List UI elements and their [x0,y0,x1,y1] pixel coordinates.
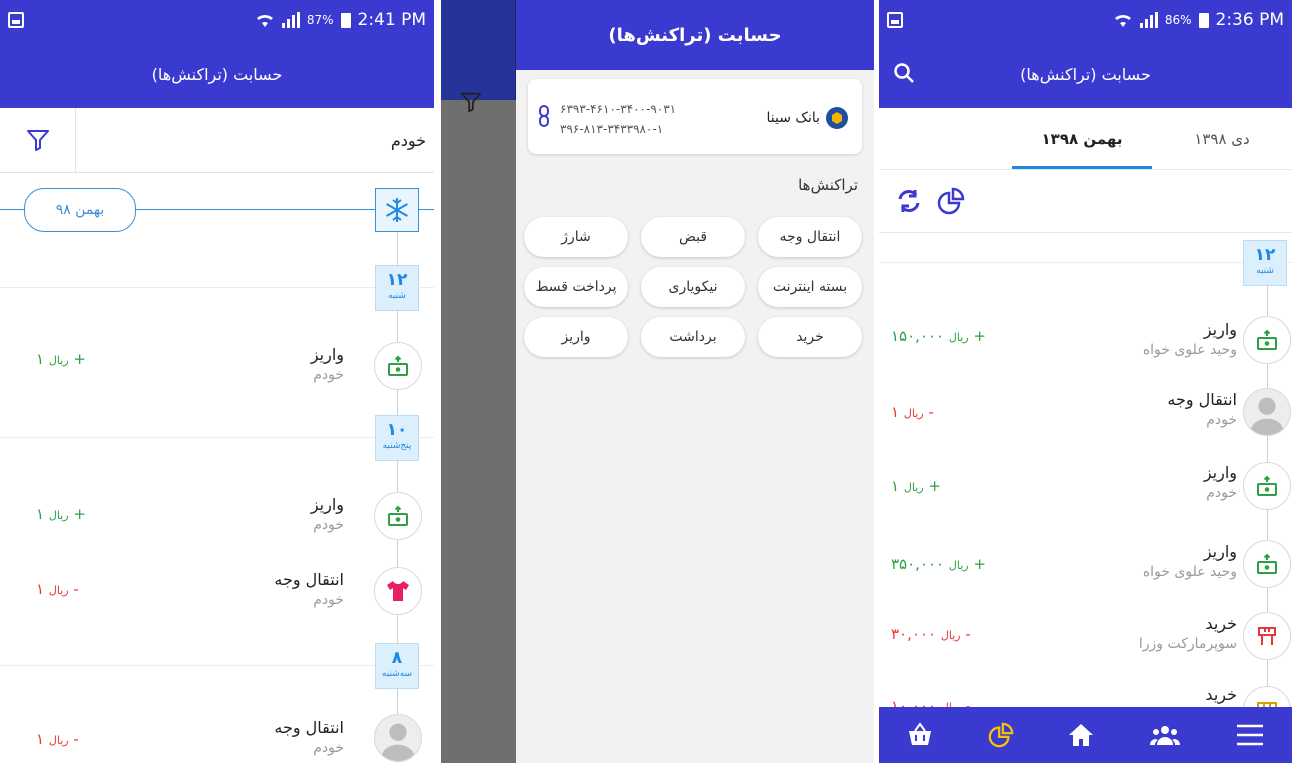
amount: ریال ۱ - [36,580,79,598]
amount: ریال ۳۵۰,۰۰۰ + [891,555,986,573]
section-title: تراکنش‌ها [798,176,858,194]
tab-month-bahman[interactable]: بهمن ۱۳۹۸ [1012,108,1152,169]
screen-transactions-monthly: 86% 2:36 PM حسابت (تراکنش‌ها) دی ۱۳۹۸ به… [879,0,1292,763]
filter-icon [26,130,49,151]
user-avatar-icon [1243,388,1291,436]
chip-internet-package[interactable]: بسته اینترنت [758,267,862,307]
filter-button[interactable] [0,107,76,173]
screen-transactions-filtered: 87% 2:41 PM حسابت (تراکنش‌ها) خودم بهمن … [0,0,434,763]
app-bar: حسابت (تراکنش‌ها) [0,40,434,108]
filter-owner-label[interactable]: خودم [76,131,434,150]
snowflake-icon [375,188,419,232]
app-bar: حسابت (تراکنش‌ها) [879,40,1292,108]
money-icon [1243,316,1291,364]
battery-icon [340,12,351,28]
wifi-icon [1114,14,1131,27]
amount: ریال ۳۰,۰۰۰ - [891,625,971,643]
screen-drawer: حسابت (تراکنش‌ها) بانک سینا ۶۳۹۳-۴۶۱۰-۳۴… [441,0,874,763]
link-icon[interactable] [538,105,550,131]
amount: ریال ۱ + [36,505,86,523]
battery-percent: 87% [306,13,334,27]
filter-icon [459,90,483,118]
day-badge: ۱۲ شنبه [1243,240,1287,286]
tab-month-dey[interactable]: دی ۱۳۹۸ [1152,108,1292,169]
page-title: حسابت (تراکنش‌ها) [1020,64,1151,84]
card-number: ۶۳۹۳-۴۶۱۰-۳۴۰۰-۹۰۳۱ [560,102,677,116]
status-bar: 86% 2:36 PM [879,0,1292,40]
list-item[interactable]: واریز خودم [311,345,344,383]
chip-purchase[interactable]: خرید [758,317,862,357]
home-icon[interactable] [1067,721,1095,749]
search-icon[interactable] [893,62,915,84]
chip-withdraw[interactable]: برداشت [641,317,745,357]
chip-installment[interactable]: پرداخت قسط [524,267,628,307]
gallery-icon [8,12,24,28]
divider [879,262,1292,263]
divider [0,287,434,288]
scrim[interactable] [441,0,516,763]
chip-bill[interactable]: قبض [641,217,745,257]
toolbar [879,170,1292,233]
amount: ریال ۱ + [36,350,86,368]
chip-charity[interactable]: نیکویاری [641,267,745,307]
account-number: ۳۹۶-۸۱۳-۳۴۳۳۹۸۰-۱ [560,122,664,136]
money-icon [374,342,422,390]
list-item[interactable]: انتقال وجه خودم [274,718,344,756]
bank-account-card[interactable]: بانک سینا ۶۳۹۳-۴۶۱۰-۳۴۰۰-۹۰۳۱ ۳۹۶-۸۱۳-۳۴… [528,79,862,154]
bank-logo-icon [826,107,848,129]
chip-deposit[interactable]: واریز [524,317,628,357]
money-icon [1243,462,1291,510]
gallery-icon [887,12,903,28]
day-badge: ۱۲ شنبه [375,265,419,311]
list-item[interactable]: واریز وحید علوی خواه [1143,542,1237,580]
refresh-icon[interactable] [895,187,923,215]
month-tabs: دی ۱۳۹۸ بهمن ۱۳۹۸ [879,108,1292,170]
filter-row: خودم [0,107,434,173]
restaurant-icon [1243,612,1291,660]
battery-icon [1198,12,1209,28]
status-bar: 87% 2:41 PM [0,0,434,40]
chip-transfer[interactable]: انتقال وجه [758,217,862,257]
wifi-icon [256,14,273,27]
basket-icon[interactable] [906,721,934,749]
day-badge: ۱۰ پنج‌شنبه [375,415,419,461]
list-item[interactable]: واریز خودم [311,495,344,533]
list-item[interactable]: انتقال وجه خودم [1167,390,1237,428]
bottom-navigation [879,707,1292,763]
divider [0,665,434,666]
pie-chart-icon[interactable] [988,722,1014,748]
page-title: حسابت (تراکنش‌ها) [151,64,283,84]
menu-icon[interactable] [1235,723,1265,747]
clock: 2:41 PM [357,10,427,30]
signal-icon [281,12,300,28]
amount: ریال ۱ + [891,477,941,495]
shirt-icon [374,567,422,615]
list-item[interactable]: انتقال وجه خودم [274,570,344,608]
amount: ریال ۱ - [891,403,934,421]
user-avatar-icon [374,714,422,762]
month-pill[interactable]: بهمن ۹۸ [24,188,136,232]
battery-percent: 86% [1164,13,1192,27]
signal-icon [1139,12,1158,28]
day-badge: ۸ سه‌شنبه [375,643,419,689]
clock: 2:36 PM [1215,10,1285,30]
bank-name: بانک سینا [766,110,820,126]
group-icon[interactable] [1149,721,1181,749]
money-icon [374,492,422,540]
pie-chart-icon[interactable] [937,187,965,215]
list-item[interactable]: واریز خودم [1204,463,1237,501]
list-item[interactable]: خرید [1205,685,1237,707]
transactions-drawer: حسابت (تراکنش‌ها) بانک سینا ۶۳۹۳-۴۶۱۰-۳۴… [516,0,874,763]
amount: ریال ۱۵۰,۰۰۰ + [891,327,986,345]
divider [0,437,434,438]
money-icon [1243,540,1291,588]
list-item[interactable]: خرید سوپرمارکت وزرا [1139,614,1237,652]
amount: ریال ۱ - [36,730,79,748]
chip-charge[interactable]: شارژ [524,217,628,257]
drawer-title: حسابت (تراکنش‌ها) [516,0,874,70]
list-item[interactable]: واریز وحید علوی خواه [1143,320,1237,358]
